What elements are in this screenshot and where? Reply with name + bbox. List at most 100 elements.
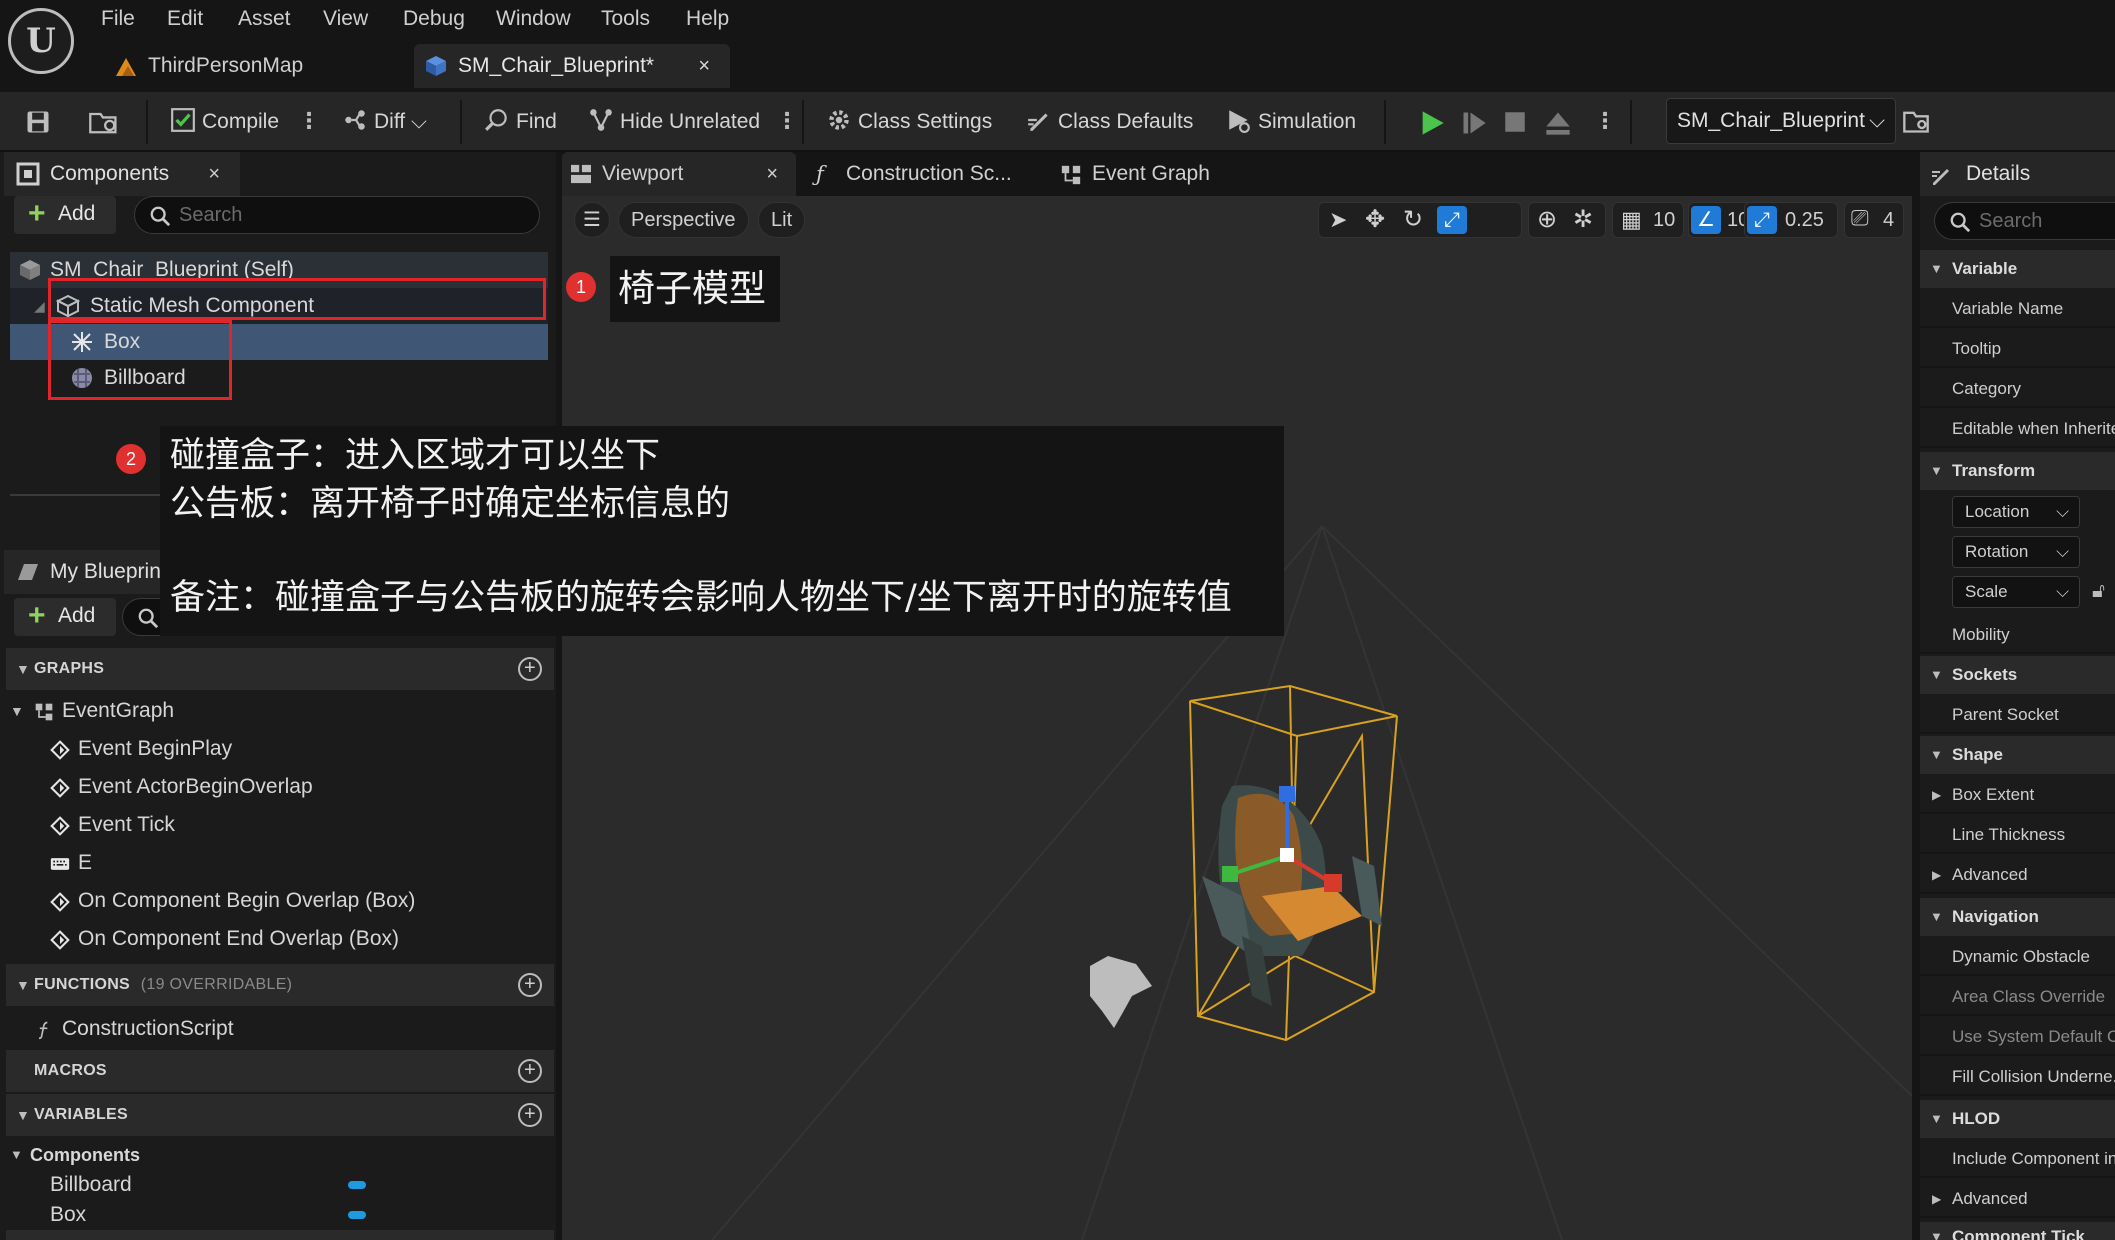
- components-search-input[interactable]: Search: [134, 196, 540, 234]
- tab-third-person-map[interactable]: ThirdPersonMap: [104, 44, 404, 88]
- play-icon[interactable]: [1418, 109, 1446, 137]
- surface-snap-icon[interactable]: ✲: [1573, 205, 1593, 234]
- tab-construction-script[interactable]: ƒ Construction Sc...: [806, 152, 1026, 196]
- variable-label: Billboard: [50, 1173, 132, 1196]
- scale-icon[interactable]: ⤢: [1437, 206, 1467, 234]
- shape-category[interactable]: ▼ Shape: [1920, 736, 2115, 774]
- menu-debug[interactable]: Debug: [403, 4, 465, 34]
- menu-help[interactable]: Help: [686, 4, 729, 34]
- macros-section-header[interactable]: MACROS +: [6, 1050, 554, 1092]
- diff-button[interactable]: Diff ⌵: [342, 92, 427, 152]
- menu-window[interactable]: Window: [496, 4, 571, 34]
- add-component-button[interactable]: + Add: [14, 196, 116, 234]
- navigation-category[interactable]: ▼ Navigation: [1920, 898, 2115, 936]
- close-icon[interactable]: ×: [208, 152, 220, 196]
- event-actor-begin-overlap-item[interactable]: Event ActorBeginOverlap: [50, 768, 538, 806]
- camera-speed[interactable]: ⎚ 4: [1844, 202, 1904, 238]
- tab-components[interactable]: Components ×: [4, 152, 240, 196]
- chevron-down-icon: ⌵: [2056, 582, 2069, 601]
- event-begin-play-item[interactable]: Event BeginPlay: [50, 730, 538, 768]
- browse-debug-icon[interactable]: [1902, 107, 1930, 135]
- construction-script-item[interactable]: ConstructionScript: [38, 1010, 542, 1048]
- category-label: HLOD: [1952, 1109, 2001, 1128]
- location-dropdown[interactable]: Location ⌵: [1952, 496, 2080, 528]
- stop-icon[interactable]: [1502, 109, 1528, 135]
- variable-box[interactable]: Box: [50, 1200, 370, 1230]
- caret-down-icon: ◢: [34, 298, 45, 314]
- find-options-icon[interactable]: ⋮: [776, 92, 798, 152]
- variables-section-header[interactable]: ▼ VARIABLES +: [6, 1094, 554, 1136]
- caret-right-icon: ▶: [1932, 788, 1942, 802]
- close-icon[interactable]: ×: [766, 152, 778, 196]
- tab-viewport[interactable]: Viewport ×: [562, 152, 796, 196]
- details-row-advanced[interactable]: ▶ Advanced: [1920, 856, 2115, 894]
- event-tick-item[interactable]: Event Tick: [50, 806, 538, 844]
- sockets-category[interactable]: ▼ Sockets: [1920, 656, 2115, 694]
- add-graph-icon[interactable]: +: [518, 657, 542, 681]
- find-button[interactable]: Find: [484, 92, 557, 152]
- menu-tools[interactable]: Tools: [601, 4, 650, 34]
- component-tick-category[interactable]: ▼ Component Tick: [1920, 1222, 2115, 1240]
- components-variable-group[interactable]: ▼ Components: [10, 1140, 140, 1170]
- menu-edit[interactable]: Edit: [167, 4, 203, 34]
- variable-billboard[interactable]: Billboard: [50, 1170, 370, 1200]
- lock-icon[interactable]: 🔓︎: [2092, 580, 2105, 603]
- scale-dropdown[interactable]: Scale ⌵: [1952, 576, 2080, 608]
- lit-button[interactable]: Lit: [758, 202, 806, 238]
- save-icon[interactable]: [24, 108, 52, 136]
- viewport[interactable]: ☰ Perspective Lit ➤ ✥ ↻ ⤢ ⊕ ✲ ▦ 10 ∠ 10°: [562, 196, 1912, 1240]
- add-macro-icon[interactable]: +: [518, 1059, 542, 1083]
- add-function-icon[interactable]: +: [518, 973, 542, 997]
- event-graph-item[interactable]: ▼ EventGraph: [10, 692, 542, 730]
- input-key-e-item[interactable]: E: [50, 844, 538, 882]
- compile-options-icon[interactable]: ⋮: [298, 92, 320, 152]
- unreal-logo-icon[interactable]: U: [8, 8, 74, 74]
- play-options-icon[interactable]: ⋮: [1594, 92, 1616, 152]
- perspective-button[interactable]: Perspective: [618, 202, 749, 238]
- compile-button[interactable]: Compile: [170, 92, 279, 152]
- move-icon[interactable]: ✥: [1365, 205, 1385, 234]
- details-row-mobility: Mobility: [1920, 616, 2115, 654]
- rotation-dropdown[interactable]: Rotation ⌵: [1952, 536, 2080, 568]
- details-row-fill-collision: Fill Collision Underne...: [1920, 1058, 2115, 1096]
- functions-section-header[interactable]: ▼ FUNCTIONS (19 OVERRIDABLE) +: [6, 964, 554, 1006]
- graphs-section-header[interactable]: ▼ GRAPHS +: [6, 648, 554, 690]
- dropdown-label: Scale: [1965, 582, 2008, 601]
- debug-object-select[interactable]: SM_Chair_Blueprint ⌵: [1666, 98, 1896, 144]
- world-space-icon[interactable]: ⊕: [1537, 205, 1557, 234]
- class-settings-button[interactable]: Class Settings: [826, 92, 992, 152]
- on-component-end-overlap-item[interactable]: On Component End Overlap (Box): [50, 920, 538, 958]
- browse-icon[interactable]: [88, 108, 120, 136]
- select-icon[interactable]: ➤: [1329, 207, 1347, 233]
- tab-event-graph[interactable]: Event Graph: [1052, 152, 1252, 196]
- on-component-begin-overlap-item[interactable]: On Component Begin Overlap (Box): [50, 882, 538, 920]
- transform-category[interactable]: ▼ Transform: [1920, 452, 2115, 490]
- transform-tools: ➤ ✥ ↻ ⤢: [1318, 202, 1522, 238]
- add-blueprint-item-button[interactable]: + Add: [14, 598, 116, 636]
- caret-down-icon: ▼: [16, 1107, 31, 1123]
- step-icon[interactable]: [1460, 109, 1488, 137]
- details-search-input[interactable]: Search: [1934, 202, 2115, 240]
- details-row-box-extent[interactable]: ▶ Box Extent: [1920, 776, 2115, 814]
- grid-snap[interactable]: ▦ 10: [1612, 202, 1684, 238]
- eject-icon[interactable]: [1544, 109, 1572, 137]
- hide-unrelated-button[interactable]: Hide Unrelated: [588, 92, 760, 152]
- add-variable-icon[interactable]: +: [518, 1103, 542, 1127]
- viewport-menu-icon[interactable]: ☰: [574, 202, 610, 238]
- simulation-button[interactable]: Simulation: [1226, 92, 1356, 152]
- event-graph-icon: [1061, 165, 1081, 185]
- scale-snap[interactable]: ⤢ 0.25: [1744, 202, 1838, 238]
- class-defaults-button[interactable]: Class Defaults: [1026, 92, 1193, 152]
- menu-asset[interactable]: Asset: [238, 4, 291, 34]
- close-icon[interactable]: ×: [698, 44, 710, 88]
- details-row-advanced-2[interactable]: ▶ Advanced: [1920, 1180, 2115, 1218]
- hlod-category[interactable]: ▼ HLOD: [1920, 1100, 2115, 1138]
- tab-details[interactable]: Details: [1920, 152, 2115, 196]
- menu-view[interactable]: View: [323, 4, 368, 34]
- tab-sm-chair-blueprint[interactable]: SM_Chair_Blueprint* ×: [414, 44, 730, 88]
- section-title: GRAPHS: [34, 660, 105, 677]
- rotate-icon[interactable]: ↻: [1403, 205, 1423, 234]
- variable-category[interactable]: ▼ Variable: [1920, 250, 2115, 288]
- details-icon: [1932, 169, 1949, 185]
- menu-file[interactable]: File: [101, 4, 135, 34]
